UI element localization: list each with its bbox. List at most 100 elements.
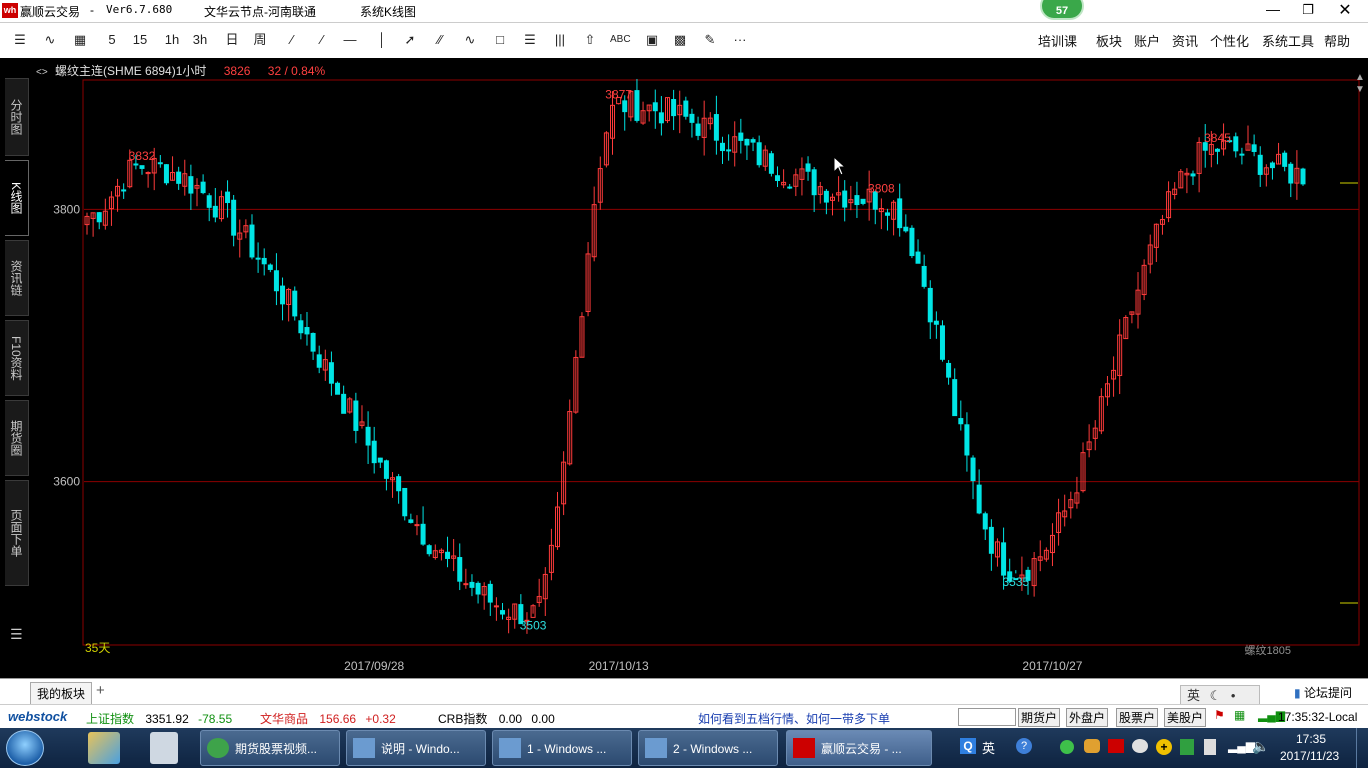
period-day-button[interactable]: 日 xyxy=(224,31,240,49)
menu-system-tools[interactable]: 系统工具 xyxy=(1262,31,1314,50)
tray-plus-icon[interactable]: + xyxy=(1156,739,1172,755)
forum-button[interactable]: ▮ 论坛提问 xyxy=(1294,684,1352,701)
tray-cat-icon[interactable] xyxy=(1084,739,1100,753)
tray-volume-icon[interactable]: 🔈 xyxy=(1252,738,1269,755)
stock-account-button[interactable]: 股票户 xyxy=(1116,708,1159,727)
task-button-trading[interactable]: 赢顺云交易 - ... xyxy=(786,730,932,766)
candle-down xyxy=(756,142,762,166)
trend-line-icon[interactable]: ∕ xyxy=(284,31,300,49)
line-chart-icon[interactable]: ∿ xyxy=(42,31,58,49)
list-icon[interactable]: ☰ xyxy=(12,31,28,49)
tray-wh-icon[interactable] xyxy=(1108,739,1124,753)
fibonacci-icon[interactable]: ☰ xyxy=(522,31,538,49)
tab-kline[interactable]: K线图 xyxy=(5,160,29,236)
notification-badge[interactable]: 57 xyxy=(1040,0,1084,20)
ticker-index-2[interactable]: CRB指数 0.00 0.00 xyxy=(438,710,555,727)
calculator-icon[interactable] xyxy=(150,732,178,764)
text-tool-button[interactable]: ABC xyxy=(610,31,631,49)
tray-sync-icon[interactable] xyxy=(1180,739,1194,755)
tab-f10[interactable]: F10资料 xyxy=(5,320,29,396)
browser-icon xyxy=(207,738,229,758)
arrow-up-icon[interactable]: ⇧ xyxy=(582,31,598,49)
candle-down xyxy=(469,581,475,588)
task-button-window-1[interactable]: 1 - Windows ... xyxy=(492,730,632,766)
horizontal-line-icon[interactable]: — xyxy=(342,31,358,49)
tray-device-icon[interactable] xyxy=(1204,739,1216,755)
menu-training[interactable]: 培训课 xyxy=(1038,31,1077,50)
candle-down xyxy=(1251,144,1257,152)
foreign-account-button[interactable]: 外盘户 xyxy=(1066,708,1109,727)
minimize-button[interactable]: — xyxy=(1264,1,1282,19)
ticker-value: 3351.92 xyxy=(145,712,189,726)
ray-line-icon[interactable]: ➚ xyxy=(402,31,418,49)
tray-time[interactable]: 17:35 xyxy=(1296,732,1326,746)
ticker-name: 文华商品 xyxy=(260,712,309,726)
scroll-down-arrow[interactable]: ▼ xyxy=(1355,84,1365,95)
left-side-tabs: 分时图 K线图 资讯链 F10资料 期货圈 页面下单 ☰ xyxy=(0,58,32,676)
candle-down xyxy=(970,457,976,482)
period-3h-button[interactable]: 3h xyxy=(192,31,208,49)
parallel-line-icon[interactable]: ∕∕ xyxy=(432,31,448,49)
close-button[interactable]: ✕ xyxy=(1336,0,1354,20)
more-tools-button[interactable]: ··· xyxy=(732,31,748,49)
wave-icon[interactable]: ∿ xyxy=(462,31,478,49)
tray-green-icon[interactable] xyxy=(1060,740,1074,754)
tab-news-chain[interactable]: 资讯链 xyxy=(5,240,29,316)
menu-lines-icon[interactable]: ☰ xyxy=(10,626,23,643)
kline-chart-svg[interactable]: 3800 3600 3832 3877 3808 3845 3503 3535 2017/09… xyxy=(0,58,1368,676)
tray-help-icon[interactable]: ? xyxy=(1016,738,1032,754)
period-week-button[interactable]: 周 xyxy=(252,31,268,49)
period-15-button[interactable]: 15 xyxy=(132,31,148,49)
menu-news[interactable]: 资讯 xyxy=(1172,31,1198,50)
tray-chat-icon[interactable] xyxy=(1132,739,1148,753)
candle-down xyxy=(750,139,756,143)
start-button[interactable] xyxy=(6,730,44,766)
ticker-index-0[interactable]: 上证指数 3351.92 -78.55 xyxy=(86,710,232,727)
tab-order-page[interactable]: 页面下单 xyxy=(5,480,29,586)
my-block-tab[interactable]: 我的板块 xyxy=(30,682,93,704)
tray-lang[interactable]: 英 xyxy=(982,738,995,757)
toggle-arrow-icon[interactable]: <> xyxy=(36,67,48,78)
candle-down xyxy=(139,165,145,169)
tray-date[interactable]: 2017/11/23 xyxy=(1280,749,1339,763)
search-input[interactable] xyxy=(958,708,1016,726)
tab-futures-circle[interactable]: 期货圈 xyxy=(5,400,29,476)
task-button-video[interactable]: 期货股票视频... xyxy=(200,730,340,766)
ticker-index-1[interactable]: 文华商品 156.66 +0.32 xyxy=(260,710,396,727)
ruler-icon[interactable]: ▣ xyxy=(644,31,660,49)
chart-area[interactable]: 3800 3600 3832 3877 3808 3845 3503 3535 2017/09… xyxy=(0,58,1368,676)
gann-icon[interactable]: ||| xyxy=(552,31,568,49)
menu-sector[interactable]: 板块 xyxy=(1096,31,1122,50)
maximize-button[interactable]: ❐ xyxy=(1300,2,1316,18)
eraser-icon[interactable]: ✎ xyxy=(702,31,718,49)
show-desktop-button[interactable] xyxy=(1356,728,1368,768)
kline-chart-icon[interactable]: ▦ xyxy=(72,31,88,49)
period-5-button[interactable]: 5 xyxy=(104,31,120,49)
help-link[interactable]: 如何看到五档行情、如何一带多下单 xyxy=(698,710,890,727)
candle-down xyxy=(683,100,689,117)
tab-intraday[interactable]: 分时图 xyxy=(5,78,29,156)
rectangle-icon[interactable]: □ xyxy=(492,31,508,49)
futures-account-button[interactable]: 期货户 xyxy=(1018,708,1061,727)
dash-line-icon[interactable]: ⁄ xyxy=(314,31,330,49)
tray-q-icon[interactable]: Q xyxy=(960,738,976,754)
scroll-up-arrow[interactable]: ▲ xyxy=(1355,72,1365,83)
menu-personalize[interactable]: 个性化 xyxy=(1210,31,1249,50)
period-1h-button[interactable]: 1h xyxy=(164,31,180,49)
menu-help[interactable]: 帮助 xyxy=(1324,31,1350,50)
vertical-line-icon[interactable]: │ xyxy=(374,31,390,49)
tray-network-icon[interactable]: ▂▄▆ xyxy=(1228,739,1255,753)
grid-status-icon: ▦ xyxy=(1234,708,1246,722)
view-mode: 系统K线图 xyxy=(360,5,417,19)
task-button-window-2[interactable]: 2 - Windows ... xyxy=(638,730,778,766)
candle-down xyxy=(255,257,261,260)
menu-account[interactable]: 账户 xyxy=(1134,31,1160,50)
plot-frame xyxy=(82,79,1360,646)
add-block-button[interactable]: + xyxy=(96,682,105,699)
us-stock-account-button[interactable]: 美股户 xyxy=(1164,708,1207,727)
gradient-icon[interactable]: ▩ xyxy=(672,31,688,49)
candle-down xyxy=(695,123,701,136)
candle-down xyxy=(933,320,939,325)
paint-icon[interactable] xyxy=(88,732,120,764)
task-button-readme[interactable]: 说明 - Windo... xyxy=(346,730,486,766)
